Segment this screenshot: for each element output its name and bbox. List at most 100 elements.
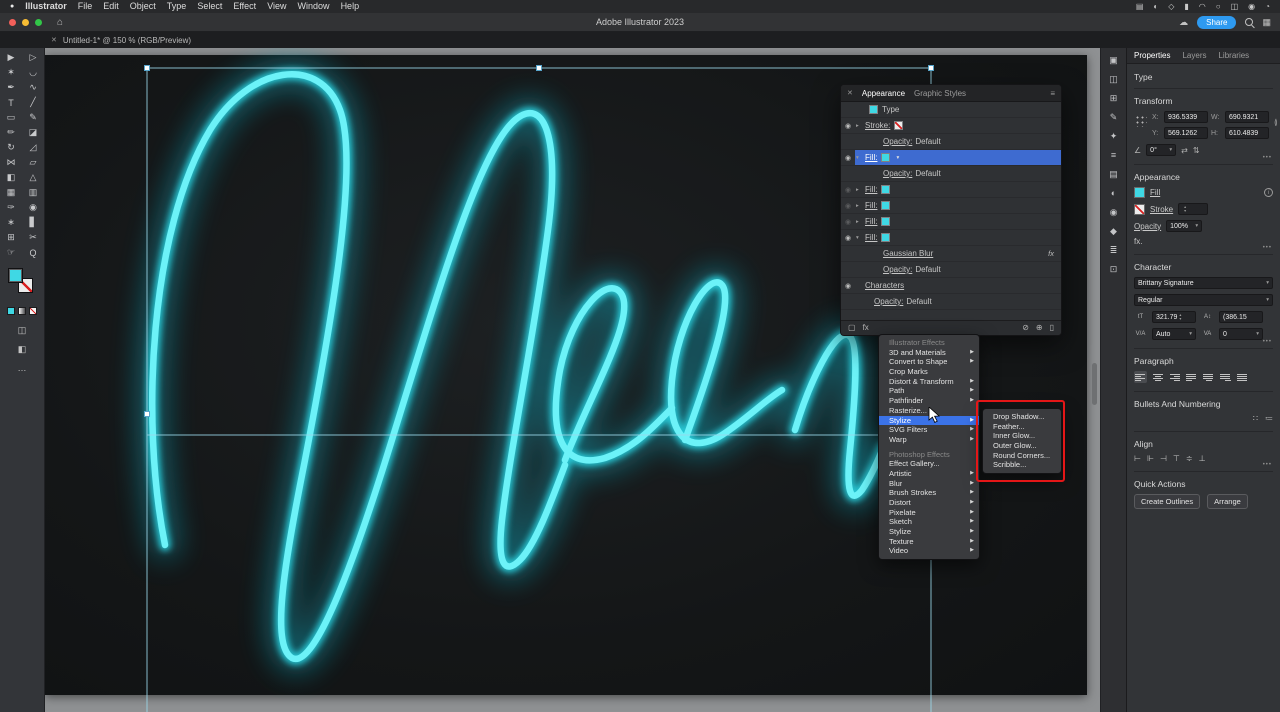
more-options-icon[interactable]: ••• bbox=[1263, 155, 1272, 161]
selection-tool[interactable]: ▶ bbox=[0, 50, 22, 65]
appearance-row-opacity-default[interactable]: Opacity: Default bbox=[841, 166, 1061, 182]
effect-menu-item-stylize[interactable]: Stylize ▶ bbox=[879, 527, 979, 537]
effect-fx-icon[interactable]: fx bbox=[1048, 249, 1054, 258]
justify-last-right-button[interactable] bbox=[1219, 371, 1232, 383]
pen-tool[interactable]: ✒ bbox=[0, 80, 22, 95]
flip-horizontal-icon[interactable]: ⇄ bbox=[1181, 146, 1188, 155]
rotate-tool[interactable]: ↻ bbox=[0, 140, 22, 155]
selection-handle-top-right[interactable] bbox=[928, 65, 934, 71]
cyan-color-swatch[interactable] bbox=[869, 105, 878, 114]
justify-last-left-button[interactable] bbox=[1185, 371, 1198, 383]
align-left-button[interactable] bbox=[1134, 371, 1147, 383]
effect-menu-item-blur[interactable]: Blur ▶ bbox=[879, 479, 979, 489]
menu-effect[interactable]: Effect bbox=[233, 0, 256, 13]
fill-color-well[interactable] bbox=[1134, 187, 1145, 198]
zoom-window-button[interactable] bbox=[35, 18, 42, 26]
menu-type[interactable]: Type bbox=[167, 0, 187, 13]
battery-icon[interactable]: ▮ bbox=[1184, 2, 1188, 11]
duplicate-selected-item-icon[interactable]: ⊕ bbox=[1036, 324, 1043, 332]
siri-icon[interactable]: ◉ bbox=[1248, 2, 1255, 11]
menu-file[interactable]: File bbox=[78, 0, 93, 13]
w-field[interactable]: 690.9321 bbox=[1225, 111, 1269, 123]
bulleted-list-icon[interactable]: ∷ bbox=[1253, 414, 1258, 423]
fx-label[interactable]: fx. bbox=[1134, 237, 1142, 246]
stroke-link[interactable]: Stroke bbox=[1150, 205, 1173, 214]
rectangle-tool[interactable]: ▭ bbox=[0, 110, 22, 125]
tracking-field[interactable]: 0 ▾ bbox=[1219, 328, 1263, 340]
visibility-eye-icon[interactable]: ◉ bbox=[845, 282, 856, 290]
gradient-panel-icon[interactable]: ▤ bbox=[1109, 169, 1118, 179]
menu-illustrator[interactable]: Illustrator bbox=[25, 0, 67, 13]
clear-appearance-icon[interactable]: ⊘ bbox=[1022, 324, 1029, 332]
arrange-button[interactable]: Arrange bbox=[1207, 494, 1248, 509]
submenu-item-feather[interactable]: Feather... bbox=[983, 422, 1061, 432]
tab-properties[interactable]: Properties bbox=[1134, 51, 1170, 60]
effect-menu-item-stylize[interactable]: Stylize ▶ bbox=[879, 415, 979, 426]
submenu-item-round-corners[interactable]: Round Corners... bbox=[983, 451, 1061, 461]
tab-layers[interactable]: Layers bbox=[1182, 51, 1206, 60]
screen-mode-icon[interactable]: ◧ bbox=[18, 344, 27, 355]
draw-modes-icon[interactable]: ◫ bbox=[18, 325, 27, 336]
add-new-stroke-icon[interactable]: ▢ bbox=[848, 324, 856, 332]
appearance-row-fill[interactable]: ◉ ▾ Fill: ▾ bbox=[841, 150, 1061, 166]
expand-chevron-icon[interactable]: ▸ bbox=[856, 187, 865, 193]
shaper-tool[interactable]: ✏ bbox=[0, 125, 22, 140]
panel-close-icon[interactable]: ✕ bbox=[847, 89, 853, 97]
vertical-scrollbar[interactable] bbox=[1091, 50, 1099, 708]
submenu-item-inner-glow[interactable]: Inner Glow... bbox=[983, 431, 1061, 441]
eyedropper-tool[interactable]: ✑ bbox=[0, 200, 22, 215]
appearance-row-characters[interactable]: ◉ Characters bbox=[841, 278, 1061, 294]
search-icon[interactable] bbox=[1245, 18, 1254, 26]
panel-menu-icon[interactable]: ≡ bbox=[1050, 89, 1055, 98]
zoom-tool[interactable]: Q bbox=[22, 245, 44, 260]
create-outlines-button[interactable]: Create Outlines bbox=[1134, 494, 1201, 509]
close-window-button[interactable] bbox=[9, 18, 16, 26]
appearance-row-opacity-default[interactable]: Opacity: Default bbox=[841, 262, 1061, 278]
numbered-list-icon[interactable]: ≔ bbox=[1265, 414, 1273, 423]
more-options-icon[interactable]: ••• bbox=[1263, 245, 1272, 251]
wifi-icon[interactable]: ◠ bbox=[1199, 2, 1206, 11]
fill-link[interactable]: Fill bbox=[1150, 188, 1160, 197]
display-icon[interactable]: ◇ bbox=[1168, 2, 1174, 11]
width-tool[interactable]: ⋈ bbox=[0, 155, 22, 170]
workspace-switcher-icon[interactable]: ▦ bbox=[1262, 17, 1271, 28]
menu-edit[interactable]: Edit bbox=[103, 0, 119, 13]
appearance-row-gaussian-blur[interactable]: Gaussian Blur fx bbox=[841, 246, 1061, 262]
effect-menu-item-convert-to-shape[interactable]: Convert to Shape ▶ bbox=[879, 357, 979, 367]
cloud-document-icon[interactable]: ☁ bbox=[1179, 17, 1188, 28]
hand-tool[interactable]: ☞ bbox=[0, 245, 22, 260]
gradient-tool[interactable]: ▥ bbox=[22, 185, 44, 200]
appearance-panel-icon[interactable]: ◉ bbox=[1110, 207, 1118, 217]
info-icon[interactable]: i bbox=[1264, 188, 1273, 197]
document-tab[interactable]: Untitled-1* @ 150 % (RGB/Preview) bbox=[63, 36, 191, 45]
justify-all-button[interactable] bbox=[1236, 371, 1249, 383]
rotation-field[interactable]: 0° ▾ bbox=[1146, 144, 1177, 156]
justify-last-center-button[interactable] bbox=[1202, 371, 1215, 383]
vertical-align-center-icon[interactable]: ≑ bbox=[1186, 454, 1193, 463]
swatch-dropdown-icon[interactable]: ▾ bbox=[896, 155, 899, 161]
appearance-row-type[interactable]: Type bbox=[841, 102, 1061, 118]
none-fill-button[interactable] bbox=[29, 307, 37, 315]
appearance-row-fill[interactable]: ◉ ▾ Fill: bbox=[841, 230, 1061, 246]
cyan-color-swatch[interactable] bbox=[881, 201, 891, 210]
expand-chevron-icon[interactable]: ▸ bbox=[856, 203, 865, 209]
visibility-eye-icon[interactable]: ◉ bbox=[845, 122, 856, 130]
tab-graphic-styles[interactable]: Graphic Styles bbox=[914, 89, 966, 98]
fill-color-swatch[interactable] bbox=[8, 268, 23, 283]
effect-menu-item-video[interactable]: Video ▶ bbox=[879, 546, 979, 556]
stroke-color-well[interactable] bbox=[1134, 203, 1145, 215]
visibility-eye-icon[interactable]: ◉ bbox=[845, 154, 856, 162]
menu-view[interactable]: View bbox=[267, 0, 286, 13]
appearance-row-opacity-default[interactable]: Opacity: Default bbox=[841, 134, 1061, 150]
menu-object[interactable]: Object bbox=[130, 0, 156, 13]
leading-field[interactable]: (386.15 bbox=[1219, 311, 1263, 323]
selection-handle-top-left[interactable] bbox=[144, 65, 150, 71]
shape-builder-tool[interactable]: ◧ bbox=[0, 170, 22, 185]
expand-chevron-icon[interactable]: ▾ bbox=[856, 155, 865, 161]
color-panel-icon[interactable]: ▣ bbox=[1109, 55, 1118, 65]
visibility-eye-icon[interactable]: ◉ bbox=[845, 234, 856, 242]
effect-menu-item-artistic[interactable]: Artistic ▶ bbox=[879, 469, 979, 479]
color-fill-button[interactable] bbox=[7, 307, 15, 315]
slice-tool[interactable]: ✂ bbox=[22, 230, 44, 245]
y-field[interactable]: 569.1262 bbox=[1164, 127, 1208, 139]
